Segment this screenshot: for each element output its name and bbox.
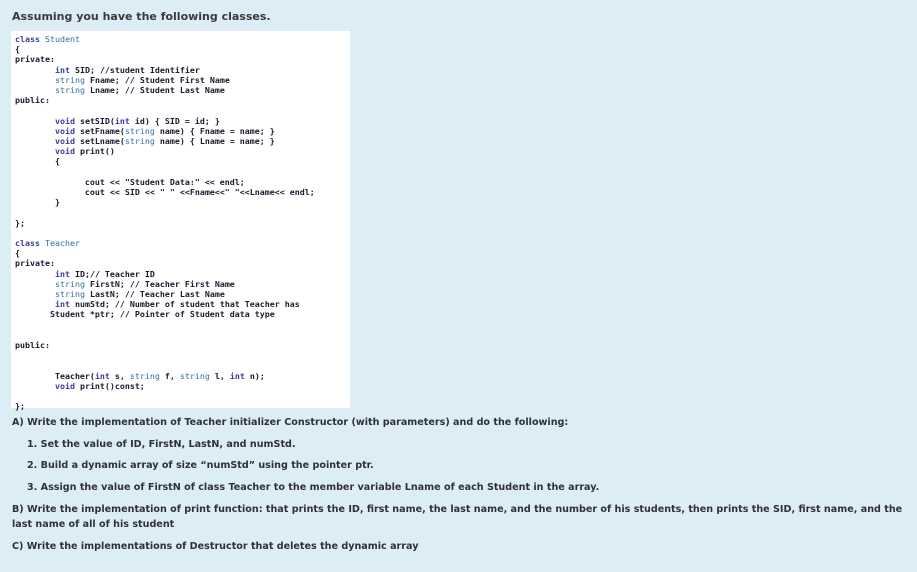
- question-a-step-3: 3. Assign the value of FirstN of class T…: [27, 482, 600, 493]
- code-line: public:: [15, 95, 50, 106]
- code-line: string Fname; // Student First Name: [54, 74, 230, 85]
- code-line: int ID;// Teacher ID: [54, 268, 155, 279]
- code-line: int numStd; // Number of student that Te…: [54, 299, 300, 310]
- code-line: public:: [15, 340, 50, 350]
- heading: Assuming you have the following classes.: [12, 10, 271, 23]
- code-line: void print()const;: [54, 380, 145, 391]
- code-line: int SID; //student Identifier: [54, 64, 200, 75]
- question-a: A) Write the implementation of Teacher i…: [12, 417, 569, 428]
- code-line: {: [15, 44, 20, 55]
- code-line: cout << SID << " " <<Fname<<" "<<Lname<<…: [15, 187, 315, 197]
- code-line: void setLname(string name) { Lname = nam…: [54, 136, 275, 146]
- question-c: C) Write the implementations of Destruct…: [12, 541, 419, 552]
- code-line: private:: [15, 54, 55, 65]
- code-line: class Teacher: [15, 238, 80, 248]
- code-line: private:: [15, 258, 55, 269]
- code-line: void setFname(string name) { Fname = nam…: [54, 125, 275, 136]
- question-a-step-2: 2. Build a dynamic array of size “numStd…: [27, 460, 374, 471]
- code-block: class Student{private: int SID; //studen…: [11, 31, 350, 412]
- question-a-step-1: 1. Set the value of ID, FirstN, LastN, a…: [27, 439, 296, 450]
- code-line: {: [15, 156, 60, 167]
- code-line: Student *ptr; // Pointer of Student data…: [15, 309, 275, 320]
- code-line: string Lname; // Student Last Name: [54, 85, 225, 95]
- code-line: };: [15, 217, 25, 228]
- code-line: cout << "Student Data:" << endl;: [15, 176, 245, 187]
- code-line: void print(): [54, 146, 115, 157]
- code-line: {: [15, 248, 20, 259]
- code-line: };: [15, 401, 25, 412]
- code-line: void setSID(int id) { SID = id; }: [54, 115, 220, 126]
- code-line: }: [15, 197, 60, 208]
- code-line: Teacher(int s, string f, string l, int n…: [15, 370, 265, 381]
- question-b: B) Write the implementation of print fun…: [12, 504, 903, 530]
- code-line: class Student: [15, 34, 80, 44]
- code-line: string FirstN; // Teacher First Name: [54, 278, 235, 289]
- code-line: string LastN; // Teacher Last Name: [54, 289, 225, 299]
